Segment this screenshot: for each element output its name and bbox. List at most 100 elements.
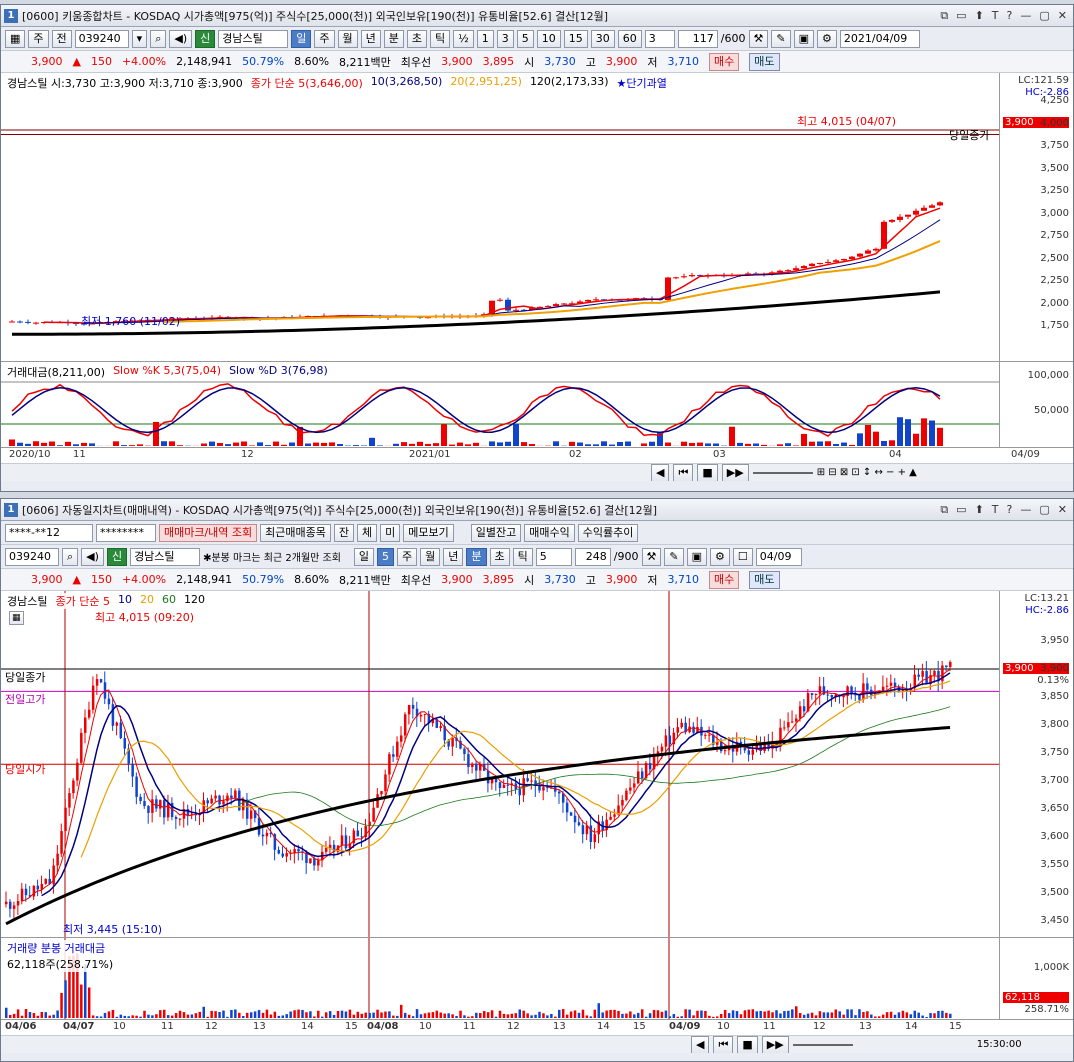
save-icon[interactable]: ▣ [686, 547, 707, 566]
upload-icon[interactable]: ⬆ [975, 9, 984, 23]
sell-button[interactable]: 매도 [749, 52, 780, 71]
interval-10[interactable]: 10 [536, 29, 561, 48]
executed-button[interactable]: 체 [357, 523, 378, 542]
amount-bar [257, 442, 263, 446]
account-select[interactable]: ****-**12 [5, 523, 93, 542]
first-icon[interactable]: ⏮ [673, 464, 694, 481]
maximize-icon[interactable]: ▢ [1039, 9, 1049, 23]
interval-30[interactable]: 30 [590, 29, 615, 48]
zoom-tools[interactable]: ⊞ ⊟ ⊠ ⊡ ↕ ↔ − + ▲ [817, 467, 917, 478]
bar-count-input[interactable]: 248 [574, 547, 611, 566]
stop-icon[interactable]: ■ [697, 464, 718, 481]
maximize-icon[interactable]: ▢ [1039, 503, 1049, 517]
return-trend-button[interactable]: 수익률추이 [577, 523, 639, 542]
period-second[interactable]: 초 [406, 29, 427, 48]
sell-button[interactable]: 매도 [749, 570, 780, 589]
tile-icon[interactable]: ⧉ [940, 9, 948, 23]
period-second[interactable]: 초 [489, 547, 510, 566]
scroll-left-icon[interactable]: ◀ [651, 464, 670, 481]
minimize-icon[interactable]: — [1020, 9, 1031, 23]
interval-5[interactable]: 5 [516, 29, 534, 48]
date-input[interactable]: 2021/04/09 [839, 29, 920, 48]
play-icon[interactable]: ▶▶ [761, 1036, 789, 1053]
zoom-slider[interactable] [792, 1043, 853, 1046]
stock-code-input[interactable]: 039240 [5, 547, 59, 566]
draw-icon[interactable]: ✎ [664, 547, 684, 566]
upload-icon[interactable]: ⬆ [975, 503, 984, 517]
stop-icon[interactable]: ■ [737, 1036, 758, 1053]
period-5[interactable]: 5 [377, 547, 395, 566]
tools-icon[interactable]: ⚒ [641, 547, 662, 566]
draw-icon[interactable]: ✎ [771, 29, 791, 48]
chart-type-select[interactable]: 주 [28, 29, 49, 48]
period-tick[interactable]: 틱 [430, 29, 451, 48]
stochastic-chart[interactable]: 거래대금(8,211,00) Slow %K 5,3(75,04) Slow %… [1, 361, 1073, 447]
text-icon[interactable]: T [992, 9, 999, 23]
price-chart[interactable]: 경남스틸 시:3,730 고:3,900 저:3,710 종:3,900 종가 … [1, 73, 1073, 361]
tools-icon[interactable]: ⚒ [748, 29, 769, 48]
period-yearly[interactable]: 년 [443, 547, 464, 566]
search-icon[interactable]: ⌕ [62, 547, 79, 566]
buy-button[interactable]: 매수 [709, 570, 740, 589]
chart-scrollbar[interactable]: ◀ ⏮ ■ ▶▶ ⊞ ⊟ ⊠ ⊡ ↕ ↔ − + ▲ [1, 463, 1073, 481]
chart-scrollbar[interactable]: ◀ ⏮ ■ ▶▶ 15:30:00 [1, 1035, 1073, 1053]
period-minute[interactable]: 분 [383, 29, 404, 48]
close-icon[interactable]: ✕ [1058, 503, 1067, 517]
period-tick[interactable]: 틱 [512, 547, 533, 566]
help-icon[interactable]: ? [1007, 9, 1013, 23]
volume-chart[interactable]: 거래량 분봉 거래대금 62,118주(258.71%) 1,000K 62,1… [1, 937, 1073, 1019]
close-icon[interactable]: ✕ [1058, 9, 1067, 23]
save-icon[interactable]: ▣ [793, 29, 814, 48]
interval-3[interactable]: 3 [496, 29, 514, 48]
candle-body [506, 784, 510, 786]
period-weekly[interactable]: 주 [397, 547, 418, 566]
layout-icon[interactable]: ▭ [956, 503, 966, 517]
calendar-icon[interactable]: ▦ [9, 611, 24, 625]
fraction-button[interactable]: ½ [453, 29, 474, 48]
volume-bar [554, 1016, 557, 1018]
speaker-icon[interactable]: ◀) [169, 29, 193, 48]
period-minute[interactable]: 분 [466, 547, 487, 566]
password-input[interactable]: ******** [96, 523, 156, 542]
zoom-slider[interactable] [752, 471, 813, 474]
gear-icon[interactable]: ⚙ [710, 547, 730, 566]
period-monthly[interactable]: 월 [337, 29, 358, 48]
interval-1[interactable]: 1 [476, 29, 494, 48]
daily-balance-button[interactable]: 일별잔고 [470, 523, 522, 542]
speaker-icon[interactable]: ◀) [81, 547, 104, 566]
gear-icon[interactable]: ⚙ [817, 29, 837, 48]
interval-select[interactable]: 5 [535, 547, 572, 566]
interval-select[interactable]: 3 [644, 29, 675, 48]
interval-60[interactable]: 60 [617, 29, 642, 48]
stock-code-input[interactable]: 039240 [74, 29, 129, 48]
buy-button[interactable]: 매수 [709, 52, 740, 71]
checkbox[interactable]: ☐ [732, 547, 753, 566]
minimize-icon[interactable]: — [1020, 503, 1031, 517]
period-yearly[interactable]: 년 [360, 29, 381, 48]
first-icon[interactable]: ⏮ [713, 1036, 734, 1053]
trade-profit-button[interactable]: 매매수익 [524, 523, 575, 542]
memo-button[interactable]: 메모보기 [403, 523, 454, 542]
search-icon[interactable]: ⌕ [150, 29, 167, 48]
market-select[interactable]: 전 [51, 29, 72, 48]
minute-price-chart[interactable]: 경남스틸 종가 단순 5 10 20 60 120 ▦ 최고 4,015 (09… [1, 591, 1073, 937]
layout-grid-icon[interactable]: ▦ [5, 29, 26, 48]
help-icon[interactable]: ? [1007, 503, 1013, 517]
date-input[interactable]: 04/09 [755, 547, 802, 566]
interval-15[interactable]: 15 [563, 29, 588, 48]
recent-stocks-button[interactable]: 최근매매종목 [260, 523, 331, 542]
trade-mark-query-button[interactable]: 매매마크/내역 조회 [159, 523, 258, 542]
pending-button[interactable]: 미 [380, 523, 401, 542]
period-daily[interactable]: 일 [291, 29, 312, 48]
balance-button[interactable]: 잔 [333, 523, 355, 542]
dropdown-icon[interactable]: ▾ [131, 29, 148, 48]
play-icon[interactable]: ▶▶ [721, 464, 749, 481]
bar-count-input[interactable]: 117 [677, 29, 718, 48]
text-icon[interactable]: T [992, 503, 999, 517]
period-weekly[interactable]: 주 [314, 29, 335, 48]
period-daily[interactable]: 일 [353, 547, 375, 566]
layout-icon[interactable]: ▭ [956, 9, 966, 23]
scroll-left-icon[interactable]: ◀ [691, 1036, 710, 1053]
tile-icon[interactable]: ⧉ [940, 503, 948, 517]
period-monthly[interactable]: 월 [420, 547, 441, 566]
